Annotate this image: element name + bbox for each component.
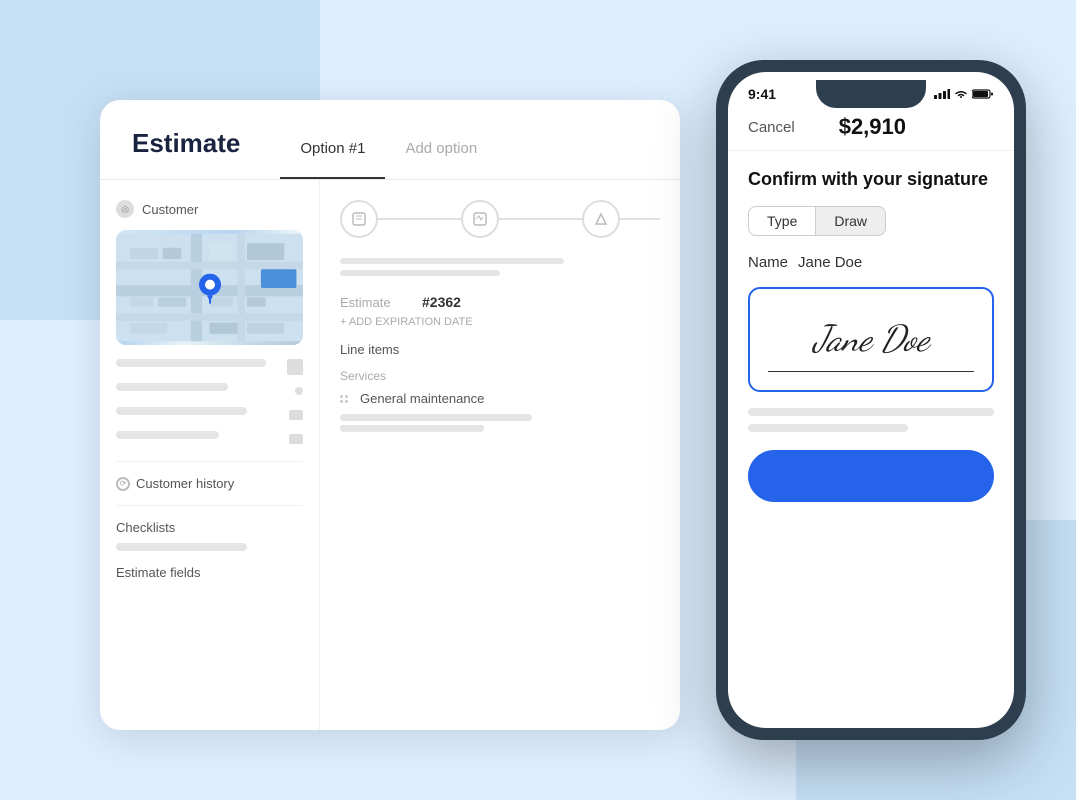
customer-info-row3 [116,407,303,423]
estimate-info-row: Estimate #2362 [340,294,660,310]
divider-1 [116,461,303,462]
service-item-row: General maintenance [340,391,660,406]
confirm-button[interactable] [748,450,994,502]
customer-email-icon [289,434,303,444]
status-time: 9:41 [748,86,776,102]
customer-bar-3 [116,407,247,415]
divider-2 [116,505,303,506]
phone-notch [816,80,926,108]
customer-icon: ◎ [116,200,134,218]
skeleton-bar-2 [748,424,908,432]
customer-bar-2 [116,383,228,391]
checklists-section: Checklists [116,520,303,535]
skeleton-bar-1 [748,408,994,416]
checklist-bar [116,543,247,551]
type-toggle-button[interactable]: Type [748,206,816,236]
step-icon-2 [461,200,499,238]
phone-mockup: 9:41 [716,60,1026,740]
service-bar-2 [340,425,484,432]
signature-text: Jane Doe [813,318,929,361]
signature-box[interactable]: Jane Doe [748,287,994,392]
tab-add-option[interactable]: Add option [385,128,497,179]
drag-handle-icon [340,395,352,403]
map-pin [198,273,222,297]
tab-bar: Option #1 Add option [280,128,497,179]
phone-inner: 9:41 [728,72,1014,728]
customer-section: ◎ Customer [116,200,303,218]
customer-info-row4 [116,431,303,447]
status-icons [934,89,994,99]
card-body: ◎ Customer [100,180,680,730]
name-row: Name Jane Doe [748,254,994,271]
step-icons-row [340,200,660,238]
estimate-title: Estimate [132,128,240,179]
name-value: Jane Doe [798,254,862,271]
step-icon-3 [582,200,620,238]
left-panel: ◎ Customer [100,180,320,730]
history-icon: ⟳ [116,477,130,491]
customer-bar-1 [116,359,266,367]
customer-label: Customer [142,202,198,217]
line-items-label: Line items [340,342,660,357]
signature-underline [768,371,974,372]
confirm-title: Confirm with your signature [748,169,994,190]
map-placeholder [116,230,303,345]
step-bar-2 [340,270,500,276]
customer-history-label: Customer history [136,476,234,491]
customer-info-row1 [116,359,303,375]
step-line-2 [499,218,582,220]
desktop-card: Estimate Option #1 Add option ◎ Customer [100,100,680,730]
tab-option1[interactable]: Option #1 [280,128,385,179]
right-panel: Estimate #2362 + ADD EXPIRATION DATE Lin… [320,180,680,730]
step-line-1 [378,218,461,220]
phone-body: Confirm with your signature Type Draw Na… [728,151,1014,728]
service-item-text: General maintenance [360,391,484,406]
estimate-label: Estimate [340,295,410,310]
customer-phone-icon [289,410,303,420]
card-header: Estimate Option #1 Add option [100,100,680,180]
cancel-button[interactable]: Cancel [748,119,795,136]
customer-info-row2 [116,383,303,399]
add-expiry[interactable]: + ADD EXPIRATION DATE [340,316,660,328]
estimate-number: #2362 [422,294,461,310]
step-line-3 [620,218,660,220]
customer-bar-4 [116,431,219,439]
phone-header: Cancel $2,910 [728,106,1014,151]
customer-avatar-icon [287,359,303,375]
price-display: $2,910 [839,114,906,140]
customer-history-section: ⟳ Customer history [116,476,303,491]
step-icon-1 [340,200,378,238]
step-bar-1 [340,258,564,264]
battery-icon [972,89,994,99]
name-label: Name [748,254,788,271]
wifi-icon [954,89,968,99]
draw-toggle-button[interactable]: Draw [816,206,886,236]
service-bar-1 [340,414,532,421]
type-draw-toggle: Type Draw [748,206,994,236]
customer-dot-1 [295,387,303,395]
services-label: Services [340,369,660,383]
estimate-fields-section: Estimate fields [116,565,303,580]
signal-icon [934,89,950,99]
